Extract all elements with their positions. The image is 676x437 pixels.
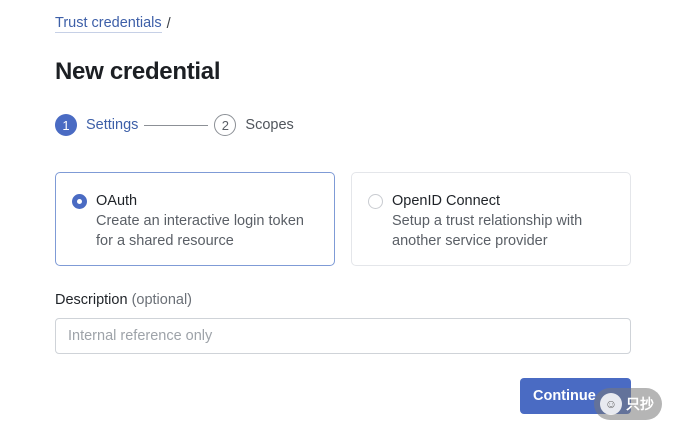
breadcrumb-separator: / (166, 16, 171, 32)
description-input[interactable] (55, 318, 631, 354)
option-description-oauth-line2: for a shared resource (96, 233, 234, 249)
step-scopes[interactable]: 2 Scopes (214, 114, 294, 136)
option-card-oauth[interactable]: OAuth Create an interactive login token … (55, 172, 335, 266)
description-label: Description (optional) (55, 292, 192, 308)
option-description-openid-line2: another service provider (392, 233, 548, 249)
option-text-oauth: OAuth Create an interactive login token … (96, 191, 304, 251)
stepper: 1 Settings 2 Scopes (55, 113, 294, 137)
option-card-openid-connect[interactable]: OpenID Connect Setup a trust relationshi… (351, 172, 631, 266)
step-number-2: 2 (214, 114, 237, 136)
watermark-logo-icon: ☺ (600, 393, 622, 415)
step-connector (144, 124, 209, 126)
page-title: New credential (55, 58, 221, 85)
step-settings[interactable]: 1 Settings (55, 114, 138, 136)
option-title-oauth: OAuth (96, 193, 138, 209)
description-label-text: Description (55, 292, 128, 308)
watermark-badge: ☺ 只抄 (594, 388, 662, 420)
breadcrumb-link-trust-credentials[interactable]: Trust credentials (55, 15, 162, 33)
step-label-settings: Settings (86, 117, 139, 133)
option-description-openid-line1: Setup a trust relationship with (392, 213, 583, 229)
radio-oauth[interactable] (72, 194, 87, 209)
breadcrumb: Trust credentials / (55, 15, 171, 33)
credential-type-options: OAuth Create an interactive login token … (55, 172, 631, 266)
step-number-1: 1 (55, 114, 77, 136)
option-description-oauth-line1: Create an interactive login token (96, 213, 304, 229)
page: Trust credentials / New credential 1 Set… (0, 0, 676, 437)
radio-openid-connect[interactable] (368, 194, 383, 209)
watermark-text: 只抄 (626, 396, 654, 412)
step-label-scopes: Scopes (245, 117, 294, 133)
option-title-openid-connect: OpenID Connect (392, 193, 501, 209)
option-text-openid-connect: OpenID Connect Setup a trust relationshi… (392, 191, 582, 251)
description-optional-hint: (optional) (131, 292, 193, 308)
